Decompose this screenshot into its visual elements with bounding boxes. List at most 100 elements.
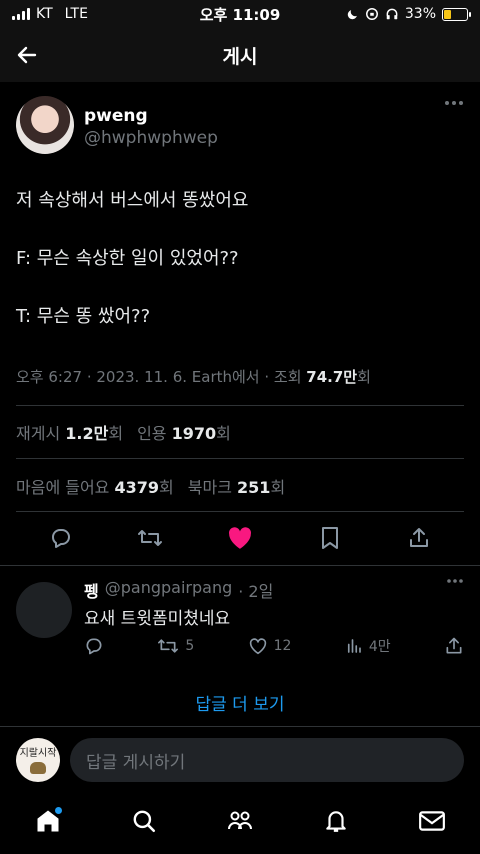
battery-fill [444, 9, 452, 19]
quotes-suffix: 회 [216, 424, 231, 443]
author-avatar[interactable] [16, 96, 74, 154]
divider [0, 565, 480, 566]
like-button[interactable] [225, 523, 255, 553]
bookmarks-count: 251 [237, 478, 271, 497]
reply-views-button[interactable]: 4만 [345, 636, 391, 656]
arrow-left-icon [17, 46, 37, 64]
bookmarks-suffix: 회 [270, 478, 286, 497]
page-title: 게시 [222, 45, 258, 68]
notification-dot [55, 807, 62, 814]
status-right: 33% [308, 6, 471, 22]
reply-time: · 2일 [238, 582, 274, 601]
search-icon [133, 810, 156, 833]
my-avatar[interactable]: 지랄시작 [16, 738, 60, 782]
share-icon [446, 637, 462, 654]
more-horizontal-icon [445, 101, 463, 105]
reply-views-count: 4만 [368, 639, 391, 655]
reply-author-name[interactable]: 펭 [84, 578, 99, 602]
reply-repost-count: 5 [185, 638, 195, 654]
reply-header: 펭 @pangpairpang · 2일 [84, 578, 273, 602]
bell-icon [326, 811, 346, 832]
battery-icon [442, 7, 471, 21]
bookmarks-stat[interactable]: 북마크 251회 [188, 474, 285, 498]
reply-like-button[interactable]: 12 [248, 636, 292, 656]
avatar-text: 지랄시작 [19, 748, 57, 759]
back-button[interactable] [12, 40, 42, 70]
reply-icon [51, 529, 70, 548]
tab-notifications[interactable] [316, 801, 356, 841]
nav-header: 게시 [0, 28, 480, 82]
moon-icon [347, 9, 357, 19]
retweets-count: 1.2만 [65, 424, 109, 443]
likes-suffix: 회 [159, 478, 174, 497]
reply-author-handle[interactable]: @pangpairpang [105, 578, 233, 602]
reply-icon [86, 638, 102, 655]
status-bar: KT LTE 오후 11:09 33% [0, 0, 480, 28]
bookmarks-label: 북마크 [187, 478, 232, 497]
author-handle[interactable]: @hwphwphwep [84, 128, 218, 148]
bottom-tab-bar [0, 796, 480, 854]
reply-actions: 5 12 4만 [84, 636, 464, 656]
views-suffix: 회 [357, 368, 371, 386]
reply-like-count: 12 [273, 638, 292, 654]
divider [16, 511, 464, 512]
likes-label: 마음에 들어요 [16, 478, 110, 497]
quotes-count: 1970 [171, 424, 217, 443]
tab-messages[interactable] [412, 801, 452, 841]
reply-share-button[interactable] [444, 636, 464, 656]
tweet-meta: 오후 6:27 · 2023. 11. 6. Earth에서 · 조회 74.7… [16, 366, 371, 387]
stats-row-likes: 마음에 들어요 4379회 북마크 251회 [16, 474, 285, 498]
divider [16, 405, 464, 406]
quotes-label: 인용 [137, 424, 167, 443]
divider [0, 726, 480, 727]
headphones-icon [386, 8, 398, 20]
tweet-action-bar [16, 518, 464, 558]
repost-icon [138, 530, 163, 546]
signal-icon [12, 8, 30, 20]
reply-input[interactable]: 답글 게시하기 [70, 738, 464, 782]
reply-avatar[interactable] [16, 582, 72, 638]
tweet-author: pweng @hwphwphwep [16, 96, 464, 156]
show-more-replies-link[interactable]: 답글 더 보기 [0, 690, 480, 715]
tab-home[interactable] [28, 801, 68, 841]
communities-icon [228, 811, 252, 830]
view-count[interactable]: 74.7만 [306, 368, 357, 386]
repost-button[interactable] [135, 523, 165, 553]
reply-composer: 지랄시작 답글 게시하기 [16, 738, 464, 782]
mail-icon [419, 811, 445, 831]
bookmark-button[interactable] [315, 523, 345, 553]
share-icon [410, 528, 429, 547]
reply-item[interactable]: 펭 @pangpairpang · 2일 요새 트윗폼미쳤네요 5 12 4만 [16, 574, 464, 674]
likes-count: 4379 [114, 478, 160, 497]
reply-reply-button[interactable] [84, 636, 104, 656]
likes-stat[interactable]: 마음에 들어요 4379회 [16, 474, 174, 498]
author-name[interactable]: pweng [84, 106, 148, 126]
meta-prefix: 오후 6:27 · 2023. 11. 6. Earth에서 · 조회 [16, 368, 307, 386]
network-label: LTE [64, 6, 88, 22]
cat-icon [30, 762, 46, 774]
more-horizontal-icon [447, 579, 463, 583]
reply-repost-button[interactable]: 5 [157, 636, 194, 656]
repost-icon [158, 639, 179, 653]
more-options-button[interactable] [444, 100, 464, 106]
tab-communities[interactable] [220, 801, 260, 841]
bar-chart-icon [347, 639, 361, 653]
retweets-label: 재게시 [16, 424, 61, 443]
retweets-stat[interactable]: 재게시 1.2만회 [16, 420, 123, 444]
stats-row-reposts: 재게시 1.2만회 인용 1970회 [16, 420, 231, 444]
share-button[interactable] [404, 523, 434, 553]
reply-text: 요새 트윗폼미쳤네요 [84, 609, 231, 629]
reply-more-button[interactable] [446, 578, 464, 584]
status-time: 오후 11:09 [199, 5, 281, 24]
status-left: KT LTE [12, 6, 172, 22]
quotes-stat[interactable]: 인용 1970회 [137, 420, 231, 444]
carrier-label: KT [36, 6, 53, 22]
retweets-suffix: 회 [108, 424, 124, 443]
battery-percent: 33% [404, 6, 436, 22]
heart-icon [249, 638, 266, 655]
tweet-text: 저 속상해서 버스에서 똥쌌어요 F: 무슨 속상한 일이 있었어?? T: 무… [16, 190, 249, 327]
rotation-lock-icon [365, 8, 378, 20]
divider [16, 458, 464, 459]
reply-button[interactable] [46, 523, 76, 553]
tab-search[interactable] [124, 801, 164, 841]
